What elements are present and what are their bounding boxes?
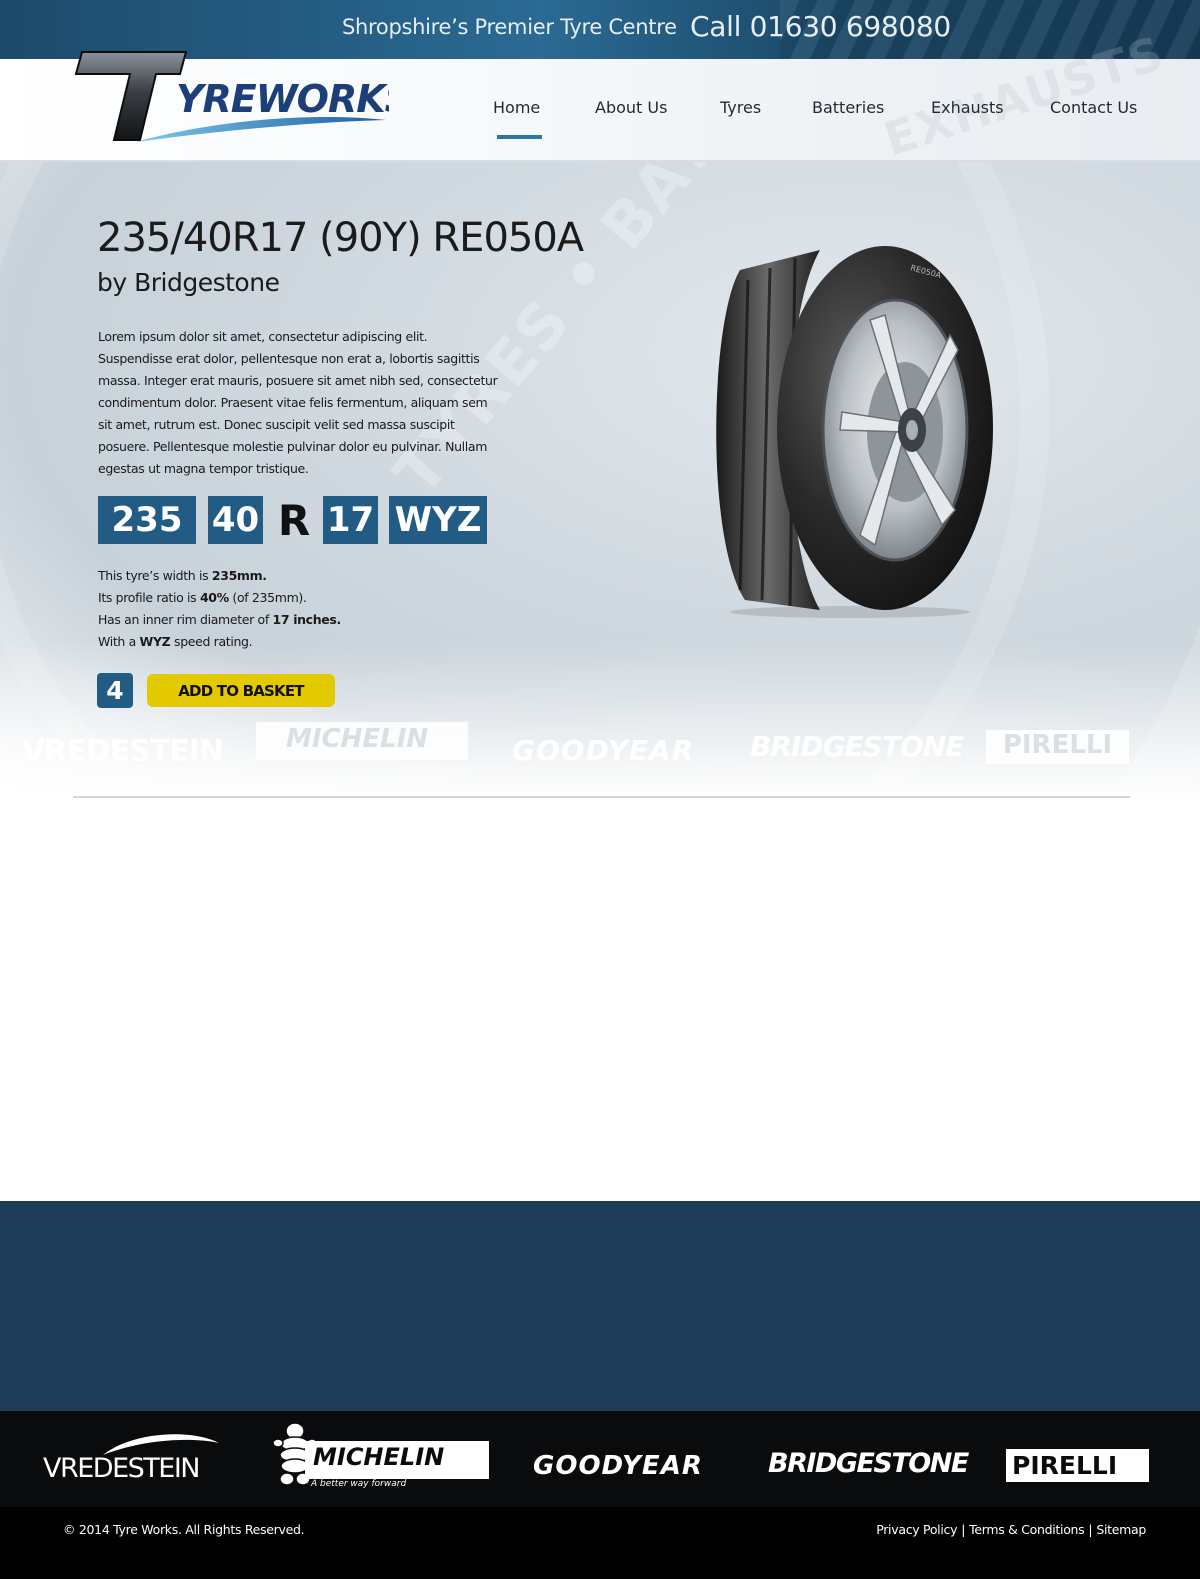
nav-batteries[interactable]: Batteries [812, 98, 884, 117]
content-divider [73, 796, 1130, 798]
tyre-specs: This tyre’s width is 235mm. Its profile … [98, 565, 341, 653]
brand-strip-faded: VREDESTEIN MICHELIN GOODYEAR BRIDGESTONE… [0, 722, 1200, 777]
page: Shropshire’s Premier Tyre Centre Call 01… [0, 0, 1200, 1579]
footer-panel [0, 1201, 1200, 1411]
copyright-bar [0, 1507, 1200, 1579]
size-rim-box: 17 [323, 496, 378, 544]
add-to-basket-button[interactable]: ADD TO BASKET [147, 674, 335, 707]
brand-goodyear[interactable]: GOODYEAR [533, 1451, 703, 1481]
spec-width: This tyre’s width is 235mm. [98, 568, 267, 583]
quantity-field[interactable]: 4 [97, 673, 133, 708]
footer-links: Privacy Policy | Terms & Conditions | Si… [876, 1522, 1146, 1537]
brand-bar: VREDESTEIN MICHELIN A better way forward… [0, 1411, 1200, 1507]
michelin-plate: MICHELIN [305, 1441, 489, 1479]
nav-home[interactable]: Home [493, 98, 540, 117]
privacy-policy-link[interactable]: Privacy Policy [876, 1522, 957, 1537]
footer-link-separator: | [961, 1522, 966, 1537]
brand-pirelli-faded: PIRELLI [986, 730, 1129, 764]
brand-vredestein-faded: VREDESTEIN [22, 734, 224, 769]
brand-michelin[interactable]: MICHELIN A better way forward [271, 1421, 491, 1493]
nav-tyres[interactable]: Tyres [720, 98, 761, 117]
brand-pirelli[interactable]: PIRELLI [1006, 1449, 1149, 1482]
brand-goodyear-faded: GOODYEAR [512, 734, 695, 767]
nav-about-us[interactable]: About Us [595, 98, 667, 117]
size-speed-box: WYZ [389, 496, 487, 544]
tyreworks-logo[interactable]: YREWORKS [74, 50, 389, 145]
product-title: 235/40R17 (90Y) RE050A [97, 215, 584, 261]
copyright-text: © 2014 Tyre Works. All Rights Reserved. [63, 1522, 305, 1537]
sitemap-link[interactable]: Sitemap [1096, 1522, 1146, 1537]
brand-bridgestone[interactable]: BRIDGESTONE [768, 1448, 969, 1479]
tyre-image: RE050A [716, 246, 993, 618]
spec-profile: Its profile ratio is 40% (of 235mm). [98, 590, 307, 605]
size-width-box: 235 [98, 496, 196, 544]
product-brand: by Bridgestone [97, 268, 280, 297]
footer-link-separator: | [1088, 1522, 1093, 1537]
product-description: Lorem ipsum dolor sit amet, consectetur … [98, 329, 498, 476]
spec-rim: Has an inner rim diameter of 17 inches. [98, 612, 341, 627]
nav-contact-us[interactable]: Contact Us [1050, 98, 1137, 117]
phone-number[interactable]: Call 01630 698080 [690, 10, 951, 43]
pirelli-wordmark: PIRELLI [1012, 1451, 1118, 1480]
brand-michelin-faded: MICHELIN [256, 722, 468, 760]
brand-vredestein[interactable]: VREDESTEIN [43, 1425, 235, 1487]
size-profile-box: 40 [208, 496, 263, 544]
size-construction: R [277, 495, 311, 545]
terms-conditions-link[interactable]: Terms & Conditions [969, 1522, 1085, 1537]
michelin-slogan: A better way forward [311, 1479, 407, 1489]
nav-exhausts[interactable]: Exhausts [931, 98, 1004, 117]
spec-speed: With a WYZ speed rating. [98, 634, 253, 649]
tagline: Shropshire’s Premier Tyre Centre [342, 15, 677, 39]
brand-bridgestone-faded: BRIDGESTONE [750, 730, 964, 763]
logo-text: YREWORKS [176, 77, 389, 121]
nav-active-indicator [497, 135, 542, 139]
michelin-wordmark: MICHELIN [313, 1443, 445, 1471]
vredestein-wordmark: VREDESTEIN [43, 1453, 201, 1484]
